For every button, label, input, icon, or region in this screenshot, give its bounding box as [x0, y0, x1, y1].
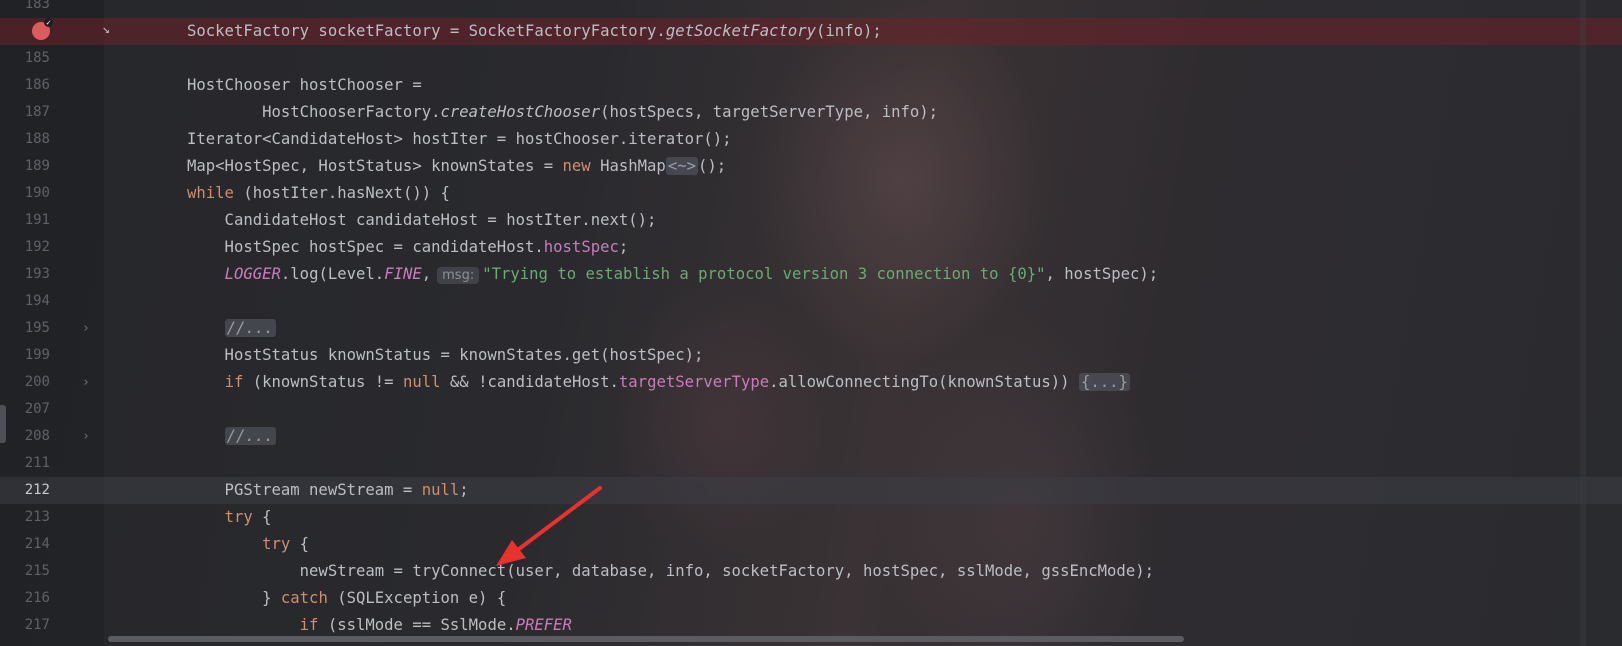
- left-edge-tab[interactable]: [0, 405, 6, 443]
- horizontal-scrollbar[interactable]: [108, 636, 1184, 642]
- code-editor[interactable]: 183 SocketFactory socketFactory = SocketF…: [0, 0, 1622, 646]
- vertical-separator: [1580, 0, 1586, 646]
- annotation-arrow: [496, 486, 602, 566]
